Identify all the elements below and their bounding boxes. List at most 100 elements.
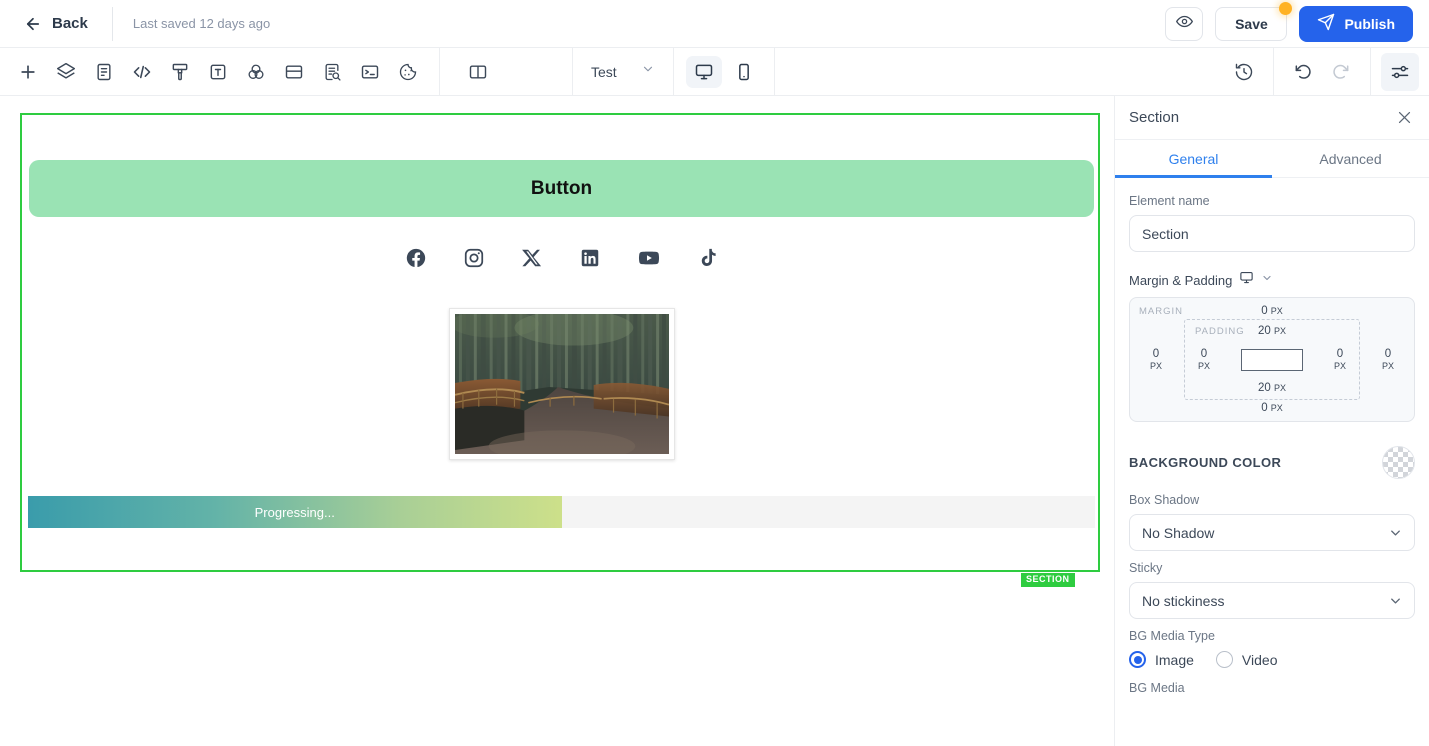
- canvas-button-element[interactable]: Button: [29, 160, 1094, 217]
- back-button-label: Back: [52, 15, 88, 32]
- editor-toolbar: Test: [0, 48, 1429, 96]
- undo-icon[interactable]: [1284, 53, 1322, 91]
- pages-icon[interactable]: [85, 53, 123, 91]
- panel-title: Section: [1129, 109, 1180, 126]
- page-select[interactable]: Test: [573, 48, 673, 95]
- sticky-select[interactable]: No stickiness: [1129, 582, 1415, 619]
- desktop-icon[interactable]: [1239, 270, 1254, 290]
- padding-box: 20 PX 20 PX 0 PX 0 PX: [1184, 319, 1360, 400]
- margin-tag: MARGIN: [1139, 306, 1183, 317]
- background-color-row: BACKGROUND COLOR: [1129, 446, 1415, 479]
- padding-left-value[interactable]: 0 PX: [1198, 347, 1210, 373]
- margin-padding-editor[interactable]: MARGIN PADDING 0 PX 0 PX 0 PX 0 PX 20 PX 2…: [1129, 297, 1415, 422]
- back-button[interactable]: Back: [16, 11, 96, 37]
- settings-sliders-icon[interactable]: [1381, 52, 1419, 91]
- chevron-down-icon: [641, 62, 655, 81]
- margin-padding-header: Margin & Padding: [1129, 270, 1415, 290]
- arrow-left-icon: [24, 15, 42, 33]
- toolbar-left-group: [0, 48, 427, 95]
- toolbar-divider-5: [1273, 48, 1274, 95]
- page-select-value: Test: [591, 63, 617, 80]
- close-icon[interactable]: [1396, 109, 1413, 126]
- layers-icon[interactable]: [47, 53, 85, 91]
- device-toggle-group: [674, 55, 774, 88]
- publish-button-label: Publish: [1344, 15, 1395, 32]
- top-bar-divider: [111, 6, 113, 41]
- canvas-section[interactable]: Button Progressing...: [20, 113, 1100, 572]
- bg-media-type-image-option[interactable]: Image: [1129, 651, 1194, 668]
- canvas-button-label: Button: [530, 177, 593, 199]
- tab-advanced[interactable]: Advanced: [1272, 140, 1429, 177]
- sticky-label: Sticky: [1129, 561, 1163, 575]
- radio-video-icon: [1215, 651, 1233, 668]
- background-color-label: BACKGROUND COLOR: [1129, 454, 1282, 470]
- bamboo-forest-photo: [455, 314, 669, 454]
- element-name-input[interactable]: [1129, 215, 1415, 252]
- linkedin-icon[interactable]: [579, 247, 601, 274]
- element-name-label: Element name: [1129, 194, 1210, 208]
- facebook-icon[interactable]: [405, 247, 427, 274]
- social-icons-row: [22, 247, 1102, 274]
- content-box: [1241, 348, 1303, 371]
- panel-header: Section: [1115, 96, 1429, 140]
- margin-top-value[interactable]: 0 PX: [1261, 304, 1283, 318]
- split-view-icon[interactable]: [459, 53, 497, 91]
- panel-body: Element name Margin & Padding MARGIN PAD…: [1115, 178, 1429, 695]
- padding-right-value[interactable]: 0 PX: [1334, 347, 1346, 373]
- terminal-icon[interactable]: [351, 53, 389, 91]
- code-icon[interactable]: [123, 53, 161, 91]
- box-shadow-label: Box Shadow: [1129, 493, 1200, 507]
- color-blend-icon[interactable]: [237, 53, 275, 91]
- canvas-progress-element[interactable]: Progressing...: [28, 496, 1095, 528]
- bg-media-type-label: BG Media Type: [1129, 629, 1215, 643]
- send-icon: [1317, 13, 1335, 34]
- tiktok-icon[interactable]: [697, 247, 719, 274]
- tab-general[interactable]: General: [1115, 140, 1272, 178]
- bg-media-type-video-option[interactable]: Video: [1215, 651, 1277, 668]
- background-color-swatch[interactable]: [1382, 446, 1415, 479]
- top-bar: Back Last saved 12 days ago Save Publish: [0, 0, 1429, 48]
- bg-media-type-image-label: Image: [1155, 651, 1194, 668]
- margin-padding-label: Margin & Padding: [1129, 272, 1233, 288]
- toolbar-right-group: [1225, 48, 1429, 95]
- progress-label: Progressing...: [254, 504, 335, 520]
- box-shadow-select[interactable]: No Shadow: [1129, 514, 1415, 551]
- padding-bottom-value[interactable]: 20 PX: [1258, 381, 1286, 395]
- publish-button[interactable]: Publish: [1299, 5, 1413, 42]
- save-button[interactable]: Save: [1215, 1, 1293, 41]
- canvas-image-element[interactable]: [449, 308, 675, 460]
- cookie-icon[interactable]: [389, 53, 427, 91]
- toolbar-divider-6: [1370, 48, 1371, 95]
- seo-icon[interactable]: [313, 53, 351, 91]
- toolbar-split-group: [440, 48, 497, 95]
- padding-top-value[interactable]: 20 PX: [1258, 324, 1286, 338]
- last-saved-text: Last saved 12 days ago: [132, 16, 271, 31]
- top-bar-actions: Save Publish: [1165, 1, 1429, 42]
- editor-canvas[interactable]: Button Progressing... SECTION: [0, 96, 1114, 746]
- add-icon[interactable]: [9, 53, 47, 91]
- x-twitter-icon[interactable]: [521, 247, 543, 274]
- progress-fill: Progressing...: [28, 496, 562, 528]
- device-desktop-button[interactable]: [685, 55, 722, 88]
- bg-media-label: BG Media: [1129, 681, 1185, 695]
- bg-media-type-radio-group: Image Video: [1129, 651, 1415, 668]
- card-icon[interactable]: [275, 53, 313, 91]
- section-badge[interactable]: SECTION: [1021, 573, 1075, 587]
- instagram-icon[interactable]: [463, 247, 485, 274]
- margin-right-value[interactable]: 0 PX: [1382, 347, 1394, 373]
- sticky-select-wrap: No stickiness: [1129, 582, 1415, 619]
- chevron-down-icon[interactable]: [1261, 271, 1273, 289]
- typography-icon[interactable]: [199, 53, 237, 91]
- youtube-icon[interactable]: [637, 247, 661, 274]
- box-shadow-select-wrap: No Shadow: [1129, 514, 1415, 551]
- history-icon[interactable]: [1225, 53, 1263, 91]
- device-mobile-button[interactable]: [726, 56, 762, 88]
- app-root: Back Last saved 12 days ago Save Publish: [0, 0, 1429, 746]
- brush-icon[interactable]: [161, 53, 199, 91]
- save-button-label: Save: [1235, 15, 1268, 32]
- properties-panel: Section General Advanced Element name Ma…: [1114, 96, 1429, 746]
- preview-button[interactable]: [1165, 6, 1204, 41]
- redo-icon[interactable]: [1322, 53, 1360, 91]
- margin-left-value[interactable]: 0 PX: [1150, 347, 1162, 373]
- margin-bottom-value[interactable]: 0 PX: [1261, 401, 1283, 415]
